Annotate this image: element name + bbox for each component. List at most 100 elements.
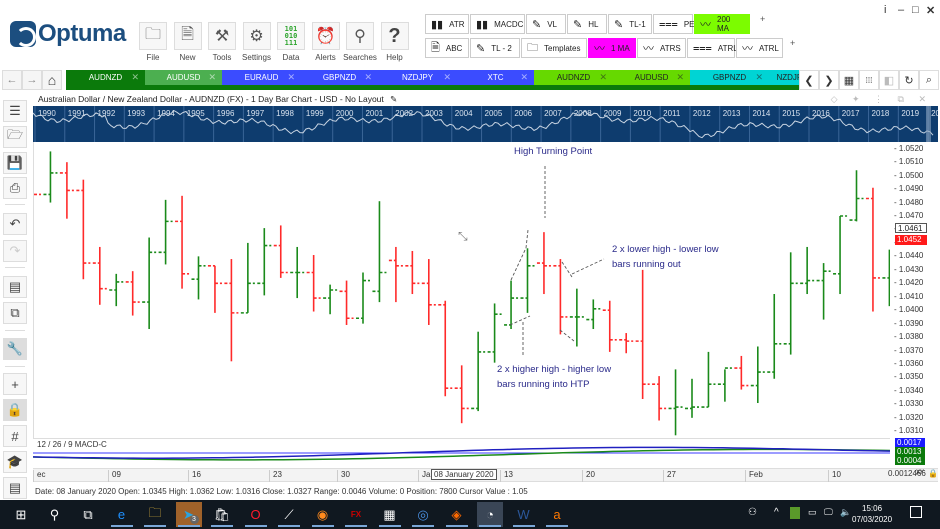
minimize-button[interactable]: – — [898, 4, 904, 16]
tab-euraud[interactable]: EURAUD ✕ — [222, 70, 301, 85]
data-button[interactable]: 101 010 111 — [277, 22, 305, 50]
add-tool-row1-button[interactable]: + — [760, 14, 765, 24]
taskbar-start-icon[interactable]: ⊞ — [8, 502, 34, 527]
tools-button[interactable]: ⚒ — [208, 22, 236, 50]
tab-close-icon[interactable]: ✕ — [364, 72, 372, 83]
taskbar-opera-icon[interactable]: O — [243, 502, 269, 527]
tool-atrs-button[interactable]: 〰 ATRS — [637, 38, 686, 58]
tab-close-icon[interactable]: ✕ — [520, 72, 528, 83]
taskbar-avast-icon[interactable]: a — [544, 502, 570, 527]
tab-audusd[interactable]: AUDUSD ✕ — [613, 70, 690, 85]
volume-icon[interactable]: 🔈 — [840, 507, 851, 518]
axis-lock-icon[interactable]: 🔒 — [928, 469, 938, 478]
tool-atrl-button[interactable]: ⩶ ATRL — [687, 38, 738, 58]
tool-abc-button[interactable]: 🗎 ABC — [425, 38, 469, 58]
layout-button[interactable]: ▦ — [839, 70, 859, 90]
price-axis[interactable]: - 1.0310 - 1.0320 - 1.0330 - 1.0340 - 1.0350… — [890, 142, 940, 438]
taskbar-word-icon[interactable]: W — [511, 502, 537, 527]
taskbar-chrome-icon[interactable]: ◎ — [410, 502, 436, 527]
next-tab-button[interactable]: ❯ — [819, 70, 839, 90]
tray-app-icon[interactable] — [790, 507, 800, 519]
tile-button[interactable]: ◧ — [879, 70, 899, 90]
history-navigator[interactable]: 1990 1991 1992 1993 1994 1995 1996 1997 1998 1999… — [33, 106, 938, 142]
tool-atrl-button[interactable]: 〰 ATRL — [736, 38, 783, 58]
chart-window-icons[interactable]: ◇ ✦ ⋮ ⧉ ✕ — [831, 94, 932, 105]
tab-xtc[interactable]: XTC ✕ — [457, 70, 534, 85]
tab-nzdjpy[interactable]: NZDJPY ✕ — [378, 70, 457, 85]
crosshair-button[interactable]: + — [3, 373, 27, 395]
settings-button[interactable]: ⚙ — [242, 22, 271, 50]
chart-properties-button[interactable]: ▤ — [3, 276, 27, 298]
tool-1-ma-button[interactable]: 〰 1 MA — [588, 38, 636, 58]
open-workbook-button[interactable]: 🗁 — [3, 126, 27, 148]
taskbar-calculator-icon[interactable]: ▦ — [377, 502, 403, 527]
taskbar-task-view-icon[interactable]: ⧉ — [75, 502, 101, 527]
taskbar-brave-icon[interactable]: ◈ — [444, 502, 470, 527]
tab-close-icon[interactable]: ✕ — [131, 72, 139, 83]
battery-icon[interactable]: ▭ — [808, 507, 817, 518]
file-button[interactable]: 🗀 — [139, 22, 167, 50]
education-button[interactable]: 🎓 — [3, 451, 27, 473]
tab-close-icon[interactable]: ✕ — [443, 72, 451, 83]
tab-close-icon[interactable]: ✕ — [208, 72, 216, 83]
tool-atr-button[interactable]: ▮▮ ATR — [425, 14, 469, 34]
annotation-htp[interactable]: High Turning Point — [514, 146, 593, 157]
tool-tl-2-button[interactable]: ✎ TL - 2 — [470, 38, 520, 58]
undo-button[interactable]: ↶ — [3, 213, 27, 235]
grid-lines-button[interactable]: # — [3, 425, 27, 447]
prev-tab-button[interactable]: ❮ — [799, 70, 819, 90]
tool-200-ma-button[interactable]: 〰 200 MA — [694, 14, 750, 34]
tab-close-icon[interactable]: ✕ — [755, 72, 763, 83]
add-tool-row2-button[interactable]: + — [790, 38, 795, 48]
print-button[interactable]: ⎙ — [3, 177, 27, 199]
home-button[interactable]: ⌂ — [42, 70, 62, 90]
tool-templates-button[interactable]: 🗀 Templates — [521, 38, 587, 58]
redo-button[interactable]: ↷ — [3, 240, 27, 262]
network-icon[interactable]: 🖵 — [824, 507, 833, 518]
macd-panel[interactable] — [33, 438, 890, 468]
tool-vl-button[interactable]: ✎ VL — [526, 14, 566, 34]
notes-button[interactable]: ▤ — [3, 477, 27, 499]
taskbar-telegram-icon[interactable]: ➤ 3 — [175, 502, 202, 527]
zoom-button[interactable]: ⌕ — [919, 70, 939, 90]
annotation-lower_line2[interactable]: bars running out — [612, 259, 681, 270]
maximize-button[interactable]: □ — [912, 4, 919, 16]
xy-toggle[interactable]: XY — [916, 470, 924, 476]
taskbar-store-icon[interactable]: 🛍 — [209, 502, 235, 527]
tab-audnzd[interactable]: AUDNZD ✕ — [534, 70, 613, 85]
taskbar-optuma-icon[interactable]: ◔ — [477, 502, 503, 527]
forward-button[interactable]: → — [22, 70, 42, 90]
alerts-button[interactable]: ⏰ — [311, 22, 340, 50]
grid-button[interactable]: ⁞⁞⁞ — [859, 70, 879, 90]
chart-layers-button[interactable]: ⧉ — [3, 302, 27, 324]
tab-close-icon[interactable]: ✕ — [287, 72, 295, 83]
save-button[interactable]: 💾 — [3, 152, 27, 174]
action-center-icon[interactable] — [910, 506, 922, 518]
help-button[interactable]: ? — [380, 22, 409, 50]
wrench-tool-button[interactable]: 🔧 — [3, 338, 27, 360]
tray-chevron-icon[interactable]: ^ — [774, 507, 779, 518]
annotation-lower_line1[interactable]: 2 x lower high - lower low — [612, 244, 719, 255]
tab-audnzd[interactable]: AUDNZD ✕ — [66, 70, 145, 85]
price-chart[interactable]: High Turning Point 2 x lower high - lower… — [33, 142, 890, 438]
close-button[interactable]: ✕ — [926, 4, 935, 17]
taskbar-edge-icon[interactable]: e — [109, 502, 135, 527]
back-button[interactable]: ← — [2, 70, 22, 90]
searches-button[interactable]: ⚲ — [346, 22, 374, 50]
tab-close-icon[interactable]: ✕ — [676, 72, 684, 83]
indent-tool-button[interactable]: ☰ — [3, 100, 27, 122]
navigator-window-handle[interactable] — [926, 106, 931, 142]
tab-gbpnzd[interactable]: GBPNZD ✕ — [690, 70, 769, 85]
edit-pencil-icon[interactable]: ✎ — [390, 94, 397, 104]
taskbar-chart-app-icon[interactable]: ⟋ — [276, 502, 302, 527]
lock-button[interactable]: 🔒 — [3, 399, 27, 421]
tool-macdc-button[interactable]: ▮▮ MACDC — [470, 14, 525, 34]
taskbar-search-icon[interactable]: ⚲ — [42, 502, 68, 527]
tab-audusd[interactable]: AUDUSD ✕ — [145, 70, 222, 85]
taskbar-fxpro-icon[interactable]: FX — [343, 502, 369, 527]
tool-hl-button[interactable]: ✎ HL — [567, 14, 607, 34]
info-icon[interactable]: i — [884, 4, 886, 16]
new-button[interactable]: 🗎 — [173, 22, 202, 50]
refresh-button[interactable]: ↻ — [899, 70, 919, 90]
annotation-higher_line2[interactable]: bars running into HTP — [497, 379, 589, 390]
